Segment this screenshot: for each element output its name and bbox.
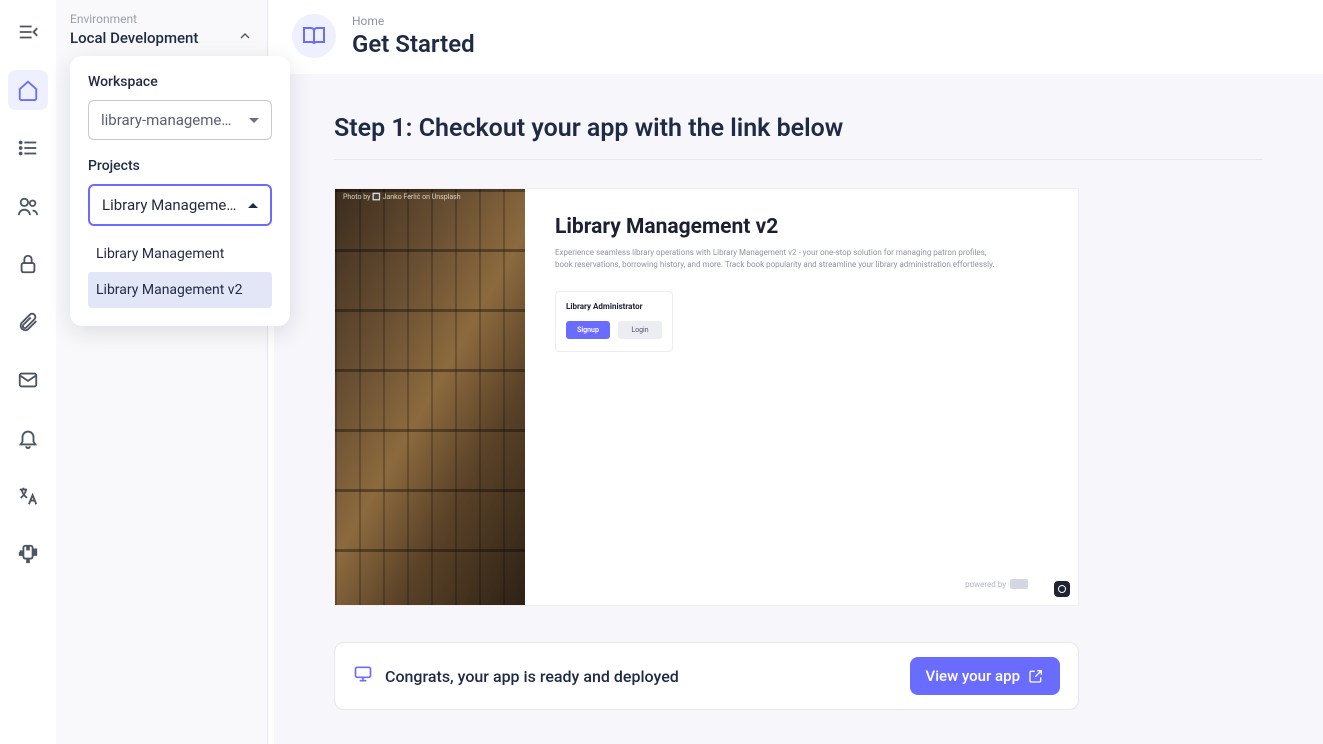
plugin-icon	[17, 543, 39, 565]
users-icon	[17, 195, 39, 217]
caret-down-icon	[249, 118, 259, 123]
app-preview-card: Photo by 🔳 Janko Ferlič on Unsplash Libr…	[334, 188, 1079, 606]
lock-icon	[17, 253, 39, 275]
admin-card-title: Library Administrator	[566, 302, 662, 311]
congrats-text: Congrats, your app is ready and deployed	[385, 667, 679, 686]
monitor-icon	[353, 664, 373, 688]
preview-description: Experience seamless library operations w…	[555, 247, 995, 271]
admin-card: Library Administrator Signup Login	[555, 291, 673, 352]
step-heading: Step 1: Checkout your app with the link …	[334, 114, 1263, 160]
list-icon	[17, 137, 39, 159]
photo-credit: Photo by 🔳 Janko Ferlič on Unsplash	[343, 193, 461, 201]
environment-label: Environment	[70, 12, 253, 26]
nav-plugins[interactable]	[8, 534, 48, 574]
breadcrumb: Home	[352, 14, 475, 28]
menu-collapse-button[interactable]	[8, 12, 48, 52]
attachment-icon	[17, 311, 39, 333]
icon-rail	[0, 0, 56, 744]
workspace-select[interactable]: library-manageme…	[88, 100, 272, 140]
mail-icon	[17, 369, 39, 391]
projects-options-list: Library Management Library Management v2	[88, 236, 272, 308]
nav-users[interactable]	[8, 186, 48, 226]
nav-list[interactable]	[8, 128, 48, 168]
login-button[interactable]: Login	[618, 321, 662, 339]
workspace-value: library-manageme…	[101, 111, 231, 129]
main-header: Home Get Started	[268, 0, 1323, 68]
nav-mail[interactable]	[8, 360, 48, 400]
project-option[interactable]: Library Management	[88, 236, 272, 272]
book-open-icon	[302, 24, 326, 48]
environment-dropdown-panel: Workspace library-manageme… Projects Lib…	[70, 56, 290, 326]
nav-language[interactable]	[8, 476, 48, 516]
project-option[interactable]: Library Management v2	[88, 272, 272, 308]
preview-image: Photo by 🔳 Janko Ferlič on Unsplash	[335, 189, 525, 605]
environment-selector[interactable]: Local Development	[70, 28, 253, 48]
view-app-button[interactable]: View your app	[910, 657, 1060, 695]
signup-button[interactable]: Signup	[566, 321, 610, 339]
powered-by-text: powered by	[965, 580, 1006, 589]
content-scroll[interactable]: Step 1: Checkout your app with the link …	[274, 74, 1323, 744]
environment-name: Local Development	[70, 29, 198, 47]
nav-notifications[interactable]	[8, 418, 48, 458]
view-app-label: View your app	[926, 667, 1020, 685]
menu-collapse-icon	[17, 21, 39, 43]
congrats-bar: Congrats, your app is ready and deployed…	[334, 642, 1079, 710]
workspace-label: Workspace	[88, 74, 272, 90]
projects-value: Library Manageme…	[102, 196, 236, 214]
page-title: Get Started	[352, 30, 475, 58]
language-icon	[17, 485, 39, 507]
home-icon	[17, 79, 39, 101]
projects-label: Projects	[88, 158, 272, 174]
page-icon-container	[292, 14, 336, 58]
widget-icon[interactable]	[1054, 581, 1070, 597]
powered-by-logo	[1010, 579, 1028, 589]
chevron-up-icon	[237, 28, 253, 48]
main-area: Home Get Started Step 1: Checkout your a…	[268, 0, 1323, 744]
projects-select[interactable]: Library Manageme…	[88, 184, 272, 226]
caret-up-icon	[248, 203, 258, 208]
external-link-icon	[1028, 668, 1044, 684]
nav-attachments[interactable]	[8, 302, 48, 342]
bell-icon	[17, 427, 39, 449]
nav-home[interactable]	[8, 70, 48, 110]
nav-security[interactable]	[8, 244, 48, 284]
preview-title: Library Management v2	[555, 215, 1048, 239]
preview-body: Library Management v2 Experience seamles…	[525, 189, 1078, 605]
sidebar: Environment Local Development Workspace …	[56, 0, 268, 744]
powered-by: powered by	[965, 579, 1028, 589]
